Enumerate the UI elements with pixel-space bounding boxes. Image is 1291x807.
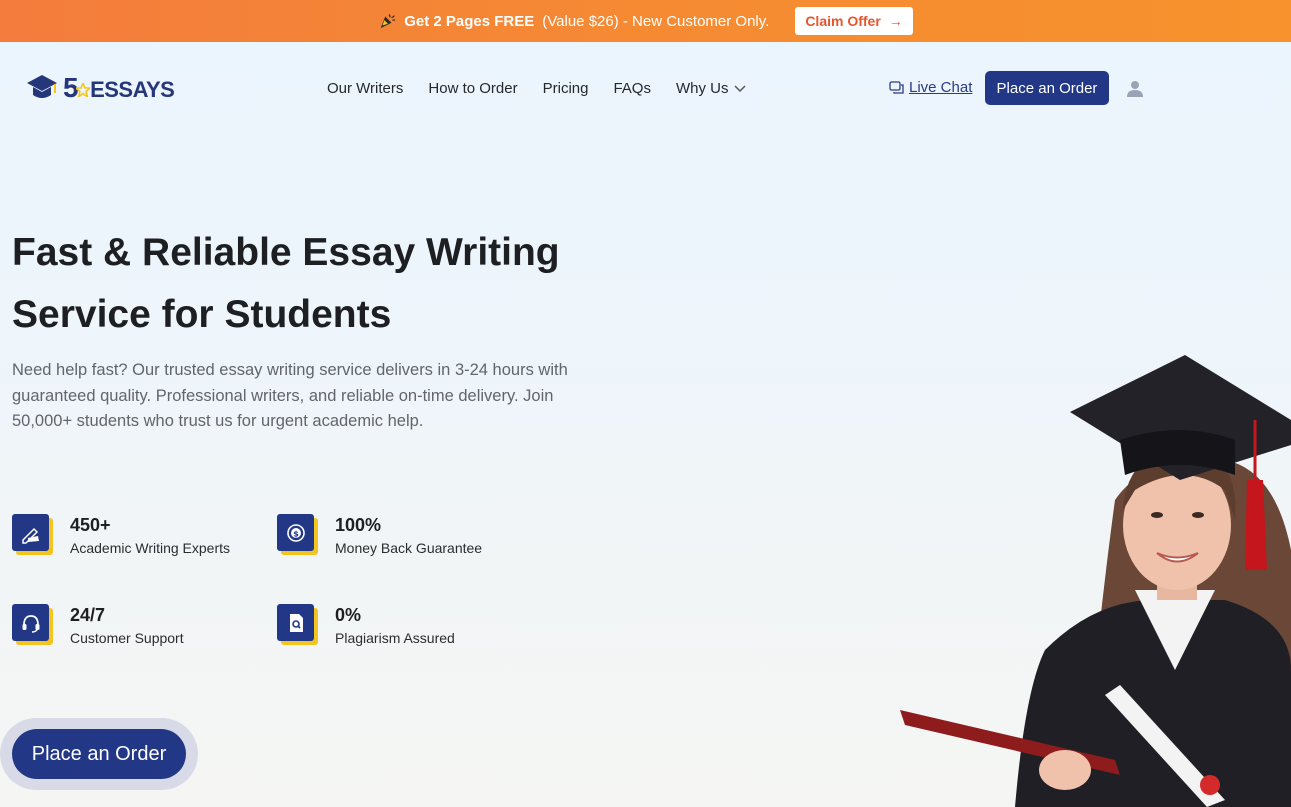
stat-label: Customer Support bbox=[70, 630, 184, 646]
money-back-icon: $ bbox=[286, 523, 305, 542]
chat-icon bbox=[889, 80, 904, 94]
stat-label: Money Back Guarantee bbox=[335, 540, 483, 556]
stat-label: Academic Writing Experts bbox=[70, 540, 231, 556]
stat-value: 24/7 bbox=[70, 605, 106, 625]
claim-offer-button[interactable]: Claim Offer → bbox=[795, 7, 913, 35]
stat-support: 24/7 Customer Support bbox=[12, 604, 184, 646]
header-place-order-button[interactable]: Place an Order bbox=[985, 71, 1109, 105]
user-icon[interactable] bbox=[1126, 80, 1144, 98]
promo-banner: Get 2 Pages FREE (Value $26) - New Custo… bbox=[0, 0, 1291, 42]
stat-value: 0% bbox=[335, 605, 362, 625]
arrow-right-icon: → bbox=[888, 13, 903, 29]
live-chat-link[interactable]: Live Chat bbox=[889, 79, 972, 96]
graduation-cap-icon bbox=[27, 75, 57, 98]
nav-how-to-order[interactable]: How to Order bbox=[428, 80, 517, 97]
hero-description: Need help fast? Our trusted essay writin… bbox=[12, 361, 568, 430]
nav-faqs[interactable]: FAQs bbox=[613, 80, 651, 97]
site-logo[interactable]: 5 ESSAYS bbox=[27, 72, 175, 104]
promo-rest-text: (Value $26) - New Customer Only. bbox=[542, 12, 770, 30]
stat-value: 100% bbox=[335, 515, 382, 535]
writing-hand-icon bbox=[21, 527, 39, 544]
nav-pricing[interactable]: Pricing bbox=[543, 80, 589, 97]
chevron-down-icon bbox=[734, 84, 747, 92]
graduate-student-image bbox=[900, 355, 1291, 807]
star-icon bbox=[73, 80, 93, 100]
stat-plagiarism: 0% Plagiarism Assured bbox=[277, 604, 455, 646]
claim-offer-label: Claim Offer bbox=[805, 13, 881, 29]
stat-money-back: $ 100% Money Back Guarantee bbox=[277, 514, 482, 556]
nav-our-writers[interactable]: Our Writers bbox=[327, 80, 403, 97]
stat-value: 450+ bbox=[70, 515, 111, 535]
stat-writers: 450+ Academic Writing Experts bbox=[12, 514, 230, 556]
stat-label: Plagiarism Assured bbox=[335, 630, 455, 646]
nav-why-us[interactable]: Why Us bbox=[676, 80, 747, 97]
live-chat-label: Live Chat bbox=[909, 79, 973, 96]
hero-title: Fast & Reliable Essay Writing Service fo… bbox=[12, 231, 560, 336]
main-nav: Our Writers How to Order Pricing FAQs Wh… bbox=[327, 80, 747, 97]
party-popper-icon bbox=[380, 14, 396, 29]
promo-text: Get 2 Pages FREE (Value $26) - New Custo… bbox=[378, 12, 769, 30]
logo-text: 5 ESSAYS bbox=[63, 72, 175, 104]
nav-why-us-label: Why Us bbox=[675, 80, 729, 97]
headset-icon bbox=[22, 614, 39, 633]
svg-text:$: $ bbox=[293, 529, 299, 538]
hero-place-order-button[interactable]: Place an Order bbox=[12, 729, 186, 779]
document-search-icon bbox=[289, 613, 303, 632]
promo-bold-text: Get 2 Pages FREE bbox=[404, 12, 535, 30]
logo-word: ESSAYS bbox=[90, 77, 175, 102]
